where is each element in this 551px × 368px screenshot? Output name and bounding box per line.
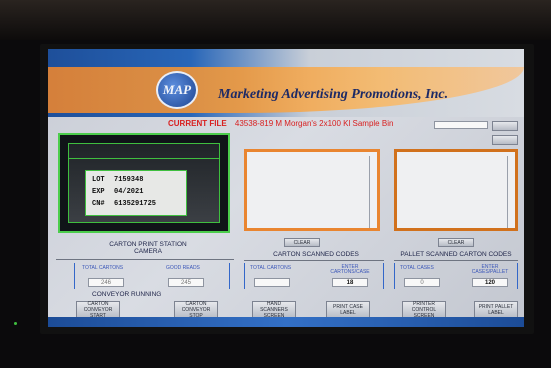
- carton-enter-label: ENTER CARTONS/CASE: [330, 264, 370, 275]
- station-good-reads-field: 245: [168, 278, 204, 287]
- exp-row: EXP 04/2021: [92, 188, 143, 196]
- room-background: [0, 0, 551, 40]
- station-divider: [56, 259, 234, 260]
- pallet-divider: [394, 260, 518, 261]
- power-led: [14, 322, 17, 325]
- pallet-scanned-title: PALLET SCANNED CARTON CODES: [400, 251, 512, 258]
- camera-guide-line: [69, 158, 219, 159]
- lot-row: LOT 7159348: [92, 176, 143, 184]
- top-right-button-2[interactable]: [492, 135, 518, 145]
- lot-value: 7159348: [114, 176, 144, 184]
- top-right-field[interactable]: [434, 121, 488, 129]
- camera-roi: LOT 7159348 EXP 04/2021 CN# 6135291725: [68, 143, 220, 223]
- exp-value: 04/2021: [114, 188, 144, 196]
- station-title: CARTON PRINT STATION CAMERA: [88, 241, 208, 255]
- current-file-value: 43538-819 M Morgan's 2x100 Kl Sample Bin: [234, 119, 394, 128]
- pallet-scanned-codes-list[interactable]: [394, 149, 518, 231]
- camera-view: LOT 7159348 EXP 04/2021 CN# 6135291725: [58, 133, 230, 233]
- station-total-cartons-label: TOTAL CARTONS: [82, 265, 124, 271]
- pallet-total-cases-field: 0: [404, 278, 440, 287]
- company-name: Marketing Advertising Promotions, Inc.: [218, 87, 449, 102]
- carton-divider: [244, 260, 384, 261]
- station-good-reads-label: GOOD READS: [166, 265, 200, 271]
- carton-list-scrollbar[interactable]: [369, 156, 375, 228]
- footer-bar: [48, 317, 524, 327]
- clear-pallet-button[interactable]: CLEAR: [438, 238, 474, 247]
- top-right-button-1[interactable]: [492, 121, 518, 131]
- cn-label: CN#: [92, 200, 105, 208]
- cases-per-pallet-input[interactable]: 120: [472, 278, 508, 287]
- current-file: CURRENT FILE 43538-819 M Morgan's 2x100 …: [168, 119, 393, 128]
- station-title-line1: CARTON PRINT STATION: [109, 241, 187, 248]
- carton-scanned-title: CARTON SCANNED CODES: [273, 251, 359, 258]
- carton-total-cartons-field: [254, 278, 290, 287]
- pallet-list-scrollbar[interactable]: [507, 156, 513, 228]
- exp-label: EXP: [92, 188, 105, 196]
- pallet-total-cases-label: TOTAL CASES: [400, 265, 434, 271]
- lot-label: LOT: [92, 176, 105, 184]
- cartons-per-case-input[interactable]: 18: [332, 278, 368, 287]
- header-banner: MAP Marketing Advertising Promotions, In…: [48, 49, 524, 117]
- carton-scanned-codes-list[interactable]: [244, 149, 380, 231]
- station-total-cartons-field: 246: [88, 278, 124, 287]
- cn-row: CN# 6135291725: [92, 200, 156, 208]
- carton-total-cartons-label: TOTAL CARTONS: [250, 265, 292, 271]
- company-logo: MAP: [156, 71, 198, 109]
- pallet-enter-label: ENTER CASES/PALLET: [471, 264, 509, 275]
- cn-value: 6135291725: [114, 200, 157, 208]
- clear-carton-button[interactable]: CLEAR: [284, 238, 320, 247]
- camera-label-capture: LOT 7159348 EXP 04/2021 CN# 6135291725: [85, 170, 187, 216]
- conveyor-status: CONVEYOR RUNNING: [92, 291, 162, 298]
- hmi-screen: MAP Marketing Advertising Promotions, In…: [48, 49, 524, 327]
- station-title-line2: CAMERA: [134, 248, 162, 255]
- current-file-label: CURRENT FILE: [168, 119, 227, 128]
